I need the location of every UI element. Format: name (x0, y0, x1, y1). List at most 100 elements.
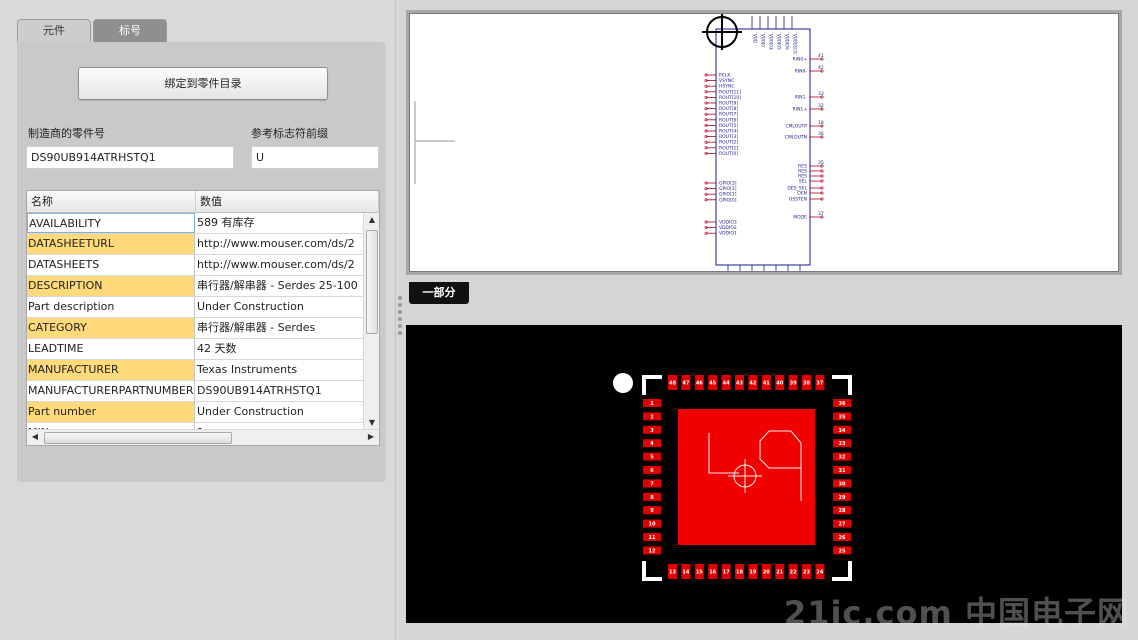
property-name-cell[interactable]: DESCRIPTION (27, 276, 195, 296)
pad-number: 10 (649, 522, 656, 528)
pin-label: SEL (799, 179, 808, 185)
table-row[interactable]: CATEGORY 串行器/解串器 - Serdes (27, 318, 363, 339)
scroll-down-icon[interactable]: ▼ (364, 418, 379, 427)
property-value-cell[interactable]: Texas Instruments (196, 360, 363, 380)
footprint-preview[interactable]: 48 47 46 45 44 43 42 41 40 39 38 37 13 14 15 16 17 18 19 20… (406, 325, 1122, 623)
property-value-cell[interactable]: 589 有库存 (196, 213, 363, 233)
thermal-pad (678, 409, 815, 545)
table-row[interactable]: AVAILABILITY 589 有库存 (27, 213, 363, 234)
pcb-footprint: 48 47 46 45 44 43 42 41 40 39 38 3713 14 15 16 17 18 19 20… (613, 373, 852, 581)
pad-number: 48 (669, 381, 676, 387)
pin-label: ROUT[8] (719, 106, 738, 112)
property-value-cell[interactable]: http://www.mouser.com/ds/2 (196, 234, 363, 254)
pad-number: 38 (803, 381, 810, 387)
scroll-right-icon[interactable]: ▶ (363, 432, 379, 441)
designator-prefix-input[interactable]: U (251, 146, 379, 169)
panel-splitter[interactable] (396, 0, 404, 640)
pad-number: 21 (776, 570, 783, 576)
pad-number: 40 (776, 381, 783, 387)
property-value-cell[interactable]: Under Construction (196, 297, 363, 317)
pin-label: ROUT[9] (719, 101, 738, 107)
grid-header: 名称 数值 (27, 191, 379, 213)
tab-designator[interactable]: 标号 (93, 19, 167, 42)
property-value-cell[interactable]: DS90UB914ATRHSTQ1 (196, 381, 363, 401)
pad-number: 47 (682, 381, 689, 387)
pad-number: 45 (709, 381, 716, 387)
pad-number: 43 (736, 381, 743, 387)
pad-number: 41 (763, 381, 770, 387)
property-name-cell[interactable]: Part description (27, 297, 195, 317)
pad-number: 11 (649, 535, 656, 541)
property-name-cell[interactable]: CATEGORY (27, 318, 195, 338)
pad-number: 4 (650, 441, 654, 447)
property-name-cell[interactable]: AVAILABILITY (27, 213, 195, 233)
pin-label: OSSTEN (789, 197, 807, 203)
horizontal-scroll-thumb[interactable] (44, 432, 232, 444)
pin-label: GPIO[1] (719, 192, 737, 198)
pin-label: RIN1+ (793, 107, 808, 113)
pad-number: 13 (669, 570, 676, 576)
property-name-cell[interactable]: MANUFACTURER (27, 360, 195, 380)
pin-label: GPIO[0] (719, 197, 737, 203)
property-name-cell[interactable]: DATASHEETS (27, 255, 195, 275)
grip-dot-icon (398, 317, 402, 321)
pad-number: 31 (839, 468, 846, 474)
pad-number: 37 (816, 381, 823, 387)
property-value-cell[interactable]: 串行器/解串器 - Serdes 25-100 (196, 276, 363, 296)
scroll-left-icon[interactable]: ◀ (27, 432, 43, 441)
vertical-scrollbar[interactable]: ▲ ▼ (363, 213, 379, 429)
table-row[interactable]: Part number Under Construction (27, 402, 363, 423)
table-row[interactable]: LEADTIME 42 天数 (27, 339, 363, 360)
manufacturer-part-input[interactable]: DS90UB914ATRHSTQ1 (26, 146, 234, 169)
pad-number: 36 (839, 401, 846, 407)
pin-label: VDDIO1 (719, 231, 737, 237)
schematic-symbol: PCLKVSYNCHSYNCROUT[11]ROUT[10]ROUT[9]ROU… (414, 14, 824, 271)
table-row[interactable]: Part description Under Construction (27, 297, 363, 318)
pin-label: VDD (753, 34, 758, 43)
property-name-cell[interactable]: LEADTIME (27, 339, 195, 359)
property-name-cell[interactable]: Part number (27, 402, 195, 422)
property-name-cell[interactable]: MANUFACTURERPARTNUMBER (27, 381, 195, 401)
horizontal-scrollbar[interactable]: ◀ ▶ (27, 429, 379, 445)
pin-label: ROUT[4] (719, 129, 738, 135)
pin-number: 18 (818, 120, 824, 126)
column-header-name[interactable]: 名称 (27, 191, 196, 213)
property-value-cell[interactable]: Under Construction (196, 402, 363, 422)
pin-number: 42 (818, 65, 824, 71)
pad-number: 42 (749, 381, 756, 387)
table-row[interactable]: MANUFACTURERPARTNUMBER DS90UB914ATRHSTQ1 (27, 381, 363, 402)
scroll-up-icon[interactable]: ▲ (364, 215, 379, 224)
pad-number: 27 (839, 522, 846, 528)
pad-number: 35 (839, 414, 846, 420)
tab-components[interactable]: 元件 (17, 19, 91, 42)
pad-number: 2 (650, 414, 654, 420)
pin-label: VDDIO3 (719, 220, 737, 226)
table-row[interactable]: DATASHEETS http://www.mouser.com/ds/2 (27, 255, 363, 276)
pad-number: 46 (696, 381, 703, 387)
schematic-preview[interactable]: PCLK VSYNC HSYNC ROUT[11] ROUT[10] ROUT[9] ROU… (409, 13, 1119, 272)
bind-to-catalog-button[interactable]: 绑定到零件目录 (78, 67, 328, 100)
property-value-cell[interactable]: http://www.mouser.com/ds/2 (196, 255, 363, 275)
property-name-cell[interactable]: DATASHEETURL (27, 234, 195, 254)
table-row[interactable]: DATASHEETURL http://www.mouser.com/ds/2 (27, 234, 363, 255)
watermark-logo: 21ic.com 中国电子网 (783, 594, 1130, 632)
pin-label: VSYNC (719, 78, 734, 84)
column-header-value[interactable]: 数值 (196, 191, 379, 213)
pin-label: VDDIO2 (719, 225, 737, 231)
designator-prefix-label: 参考标志符前缀 (251, 127, 328, 140)
table-row[interactable]: MANUFACTURER Texas Instruments (27, 360, 363, 381)
pin-number: 33 (818, 91, 824, 97)
pad-number: 39 (790, 381, 797, 387)
pad-number: 1 (650, 401, 654, 407)
vertical-scroll-thumb[interactable] (366, 230, 378, 334)
property-value-cell[interactable]: 42 天数 (196, 339, 363, 359)
pad-number: 14 (682, 570, 689, 576)
table-row[interactable]: DESCRIPTION 串行器/解串器 - Serdes 25-100 (27, 276, 363, 297)
pad-number: 5 (650, 455, 654, 461)
pad-number: 30 (839, 481, 846, 487)
part-selector-label[interactable]: 一部分 (409, 282, 469, 304)
property-value-cell[interactable]: 串行器/解串器 - Serdes (196, 318, 363, 338)
pin-label: ROUT[3] (719, 134, 738, 140)
pin-label: ROUT[1] (719, 145, 738, 151)
pin-label: ROUT[5] (719, 123, 738, 129)
